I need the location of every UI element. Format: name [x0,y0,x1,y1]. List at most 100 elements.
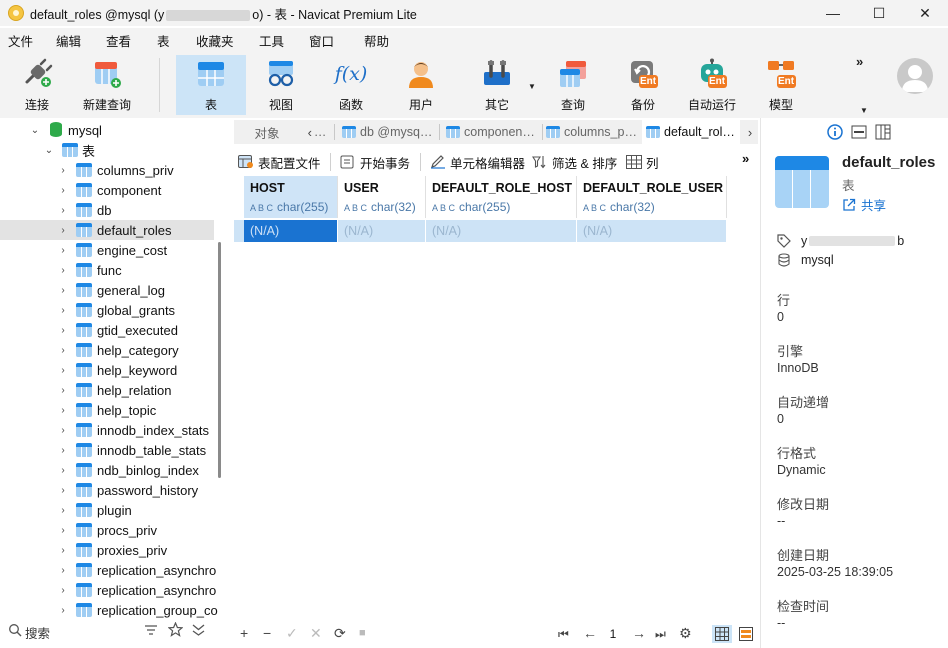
tree-table-item[interactable]: › ndb_binlog_index [0,460,214,480]
chevron-right-icon[interactable]: › [58,285,68,296]
grid-cell[interactable]: (N/A) [426,220,577,242]
delete-record-button[interactable]: − [263,625,271,641]
chevron-right-icon[interactable]: › [58,265,68,276]
chevron-right-icon[interactable]: › [58,225,68,236]
tree-table-item[interactable]: › help_keyword [0,360,214,380]
tree-table-item[interactable]: › innodb_index_stats [0,420,214,440]
backup-button[interactable]: Ent 备份 [618,55,668,115]
other-dropdown-arrow[interactable]: ▼ [528,82,536,91]
chevron-down-icon[interactable]: ⌄ [44,145,54,156]
discard-changes-button[interactable]: ✕ [310,625,322,642]
tree-table-item[interactable]: › columns_priv [0,160,214,180]
tab-objects[interactable]: 对象 [234,120,300,144]
chevron-right-icon[interactable]: › [58,505,68,516]
menu-window[interactable]: 窗口 [309,31,334,50]
add-record-button[interactable]: + [240,625,248,641]
refresh-button[interactable]: ⟳ [334,625,346,642]
table-row[interactable]: (N/A) (N/A) (N/A) (N/A) [234,220,727,242]
info-tab[interactable] [827,124,843,140]
tree-table-item[interactable]: › proxies_priv [0,540,214,560]
tab-default-roles[interactable]: default_rol… [642,120,740,144]
menu-file[interactable]: 文件 [8,31,33,50]
chevron-right-icon[interactable]: › [58,585,68,596]
menu-edit[interactable]: 编辑 [56,31,81,50]
stop-button[interactable]: ■ [359,627,366,639]
grid-settings-gear-icon[interactable]: ⚙ [679,625,692,642]
chevron-right-icon[interactable]: › [58,205,68,216]
star-icon[interactable] [168,622,183,637]
chevron-right-icon[interactable]: › [58,425,68,436]
chevron-right-icon[interactable]: › [58,485,68,496]
chevron-right-icon[interactable]: › [58,405,68,416]
chevron-down-icon[interactable]: ⌄ [30,125,40,136]
menu-help[interactable]: 帮助 [364,31,389,50]
view-button[interactable]: 视图 [256,55,306,115]
grid-cell[interactable]: (N/A) [577,220,727,242]
tree-table-item[interactable]: › engine_cost [0,240,214,260]
user-button[interactable]: 用户 [396,55,446,115]
minimize-button[interactable]: — [810,0,856,26]
tree-table-item[interactable]: › replication_asynchro [0,560,216,580]
grid-cell[interactable]: (N/A) [338,220,426,242]
subtoolbar-more-button[interactable]: » [742,148,749,168]
tree-table-item[interactable]: › global_grants [0,300,214,320]
tab-previous[interactable]: ‹ … [302,120,332,144]
form-view-button[interactable] [737,625,755,643]
new-query-button[interactable]: 新建查询 [78,55,136,115]
connect-button[interactable]: 连接 [10,55,64,115]
last-page-button[interactable]: ⏭ [655,627,666,642]
begin-transaction-button[interactable]: 开始事务 [340,152,410,172]
chevron-right-icon[interactable]: › [58,445,68,456]
menu-favorites[interactable]: 收藏夹 [196,31,234,50]
automation-button[interactable]: Ent 自动运行 [684,55,740,115]
toolbar-more-button[interactable]: » [856,54,863,69]
column-header-host[interactable]: HOST A B Cchar(255) [244,176,338,218]
tree-table-item[interactable]: › general_log [0,280,214,300]
tree-table-item[interactable]: › gtid_executed [0,320,214,340]
menu-tools[interactable]: 工具 [259,31,284,50]
tree-table-item[interactable]: › plugin [0,500,214,520]
tree-db-mysql[interactable]: ⌄ mysql [0,120,214,140]
chevron-right-icon[interactable]: › [58,345,68,356]
tab-component[interactable]: componen… [446,120,540,144]
tree-table-item[interactable]: › help_relation [0,380,214,400]
query-button[interactable]: 查询 [548,55,598,115]
cell-editor-button[interactable]: 单元格编辑器 [430,152,525,172]
tab-scroll-right[interactable]: › [742,120,758,144]
column-header-user[interactable]: USER A B Cchar(32) [338,176,426,218]
model-button[interactable]: Ent 模型 [756,55,806,115]
sidebar-scrollbar[interactable] [218,242,221,478]
table-button[interactable]: 表 [176,55,246,115]
preview-tab[interactable] [875,124,891,140]
page-number-input[interactable]: 1 [600,625,626,643]
tree-table-item[interactable]: › replication_asynchro [0,580,216,600]
chevron-right-icon[interactable]: › [58,545,68,556]
apply-changes-button[interactable]: ✓ [286,625,298,642]
tab-db-mysql[interactable]: db @mysq… [342,120,436,144]
tree-table-item[interactable]: › replication_group_co [0,600,217,620]
avatar[interactable] [897,58,933,94]
tree-table-item[interactable]: › db [0,200,214,220]
chevron-right-icon[interactable]: › [58,565,68,576]
tree-table-item[interactable]: › procs_priv [0,520,214,540]
tree-table-item[interactable]: › func [0,260,214,280]
grid-cell[interactable]: (N/A) [244,220,338,242]
close-button[interactable]: ✕ [902,0,948,26]
toolbar-overflow-arrow[interactable]: ▼ [860,106,868,115]
filter-lines-icon[interactable] [144,623,158,637]
search-input[interactable]: 搜索 [25,623,50,642]
chevron-right-icon[interactable]: › [58,465,68,476]
chevron-right-icon[interactable]: › [58,525,68,536]
chevron-right-icon[interactable]: › [58,165,68,176]
ddl-tab[interactable] [851,124,867,140]
function-button[interactable]: f(x) 函数 [326,55,376,115]
tree-group-tables[interactable]: ⌄ 表 [0,140,214,160]
columns-button[interactable]: 列 [626,152,659,172]
tree-table-item[interactable]: › help_topic [0,400,214,420]
chevron-right-icon[interactable]: › [58,185,68,196]
tree-table-item[interactable]: › innodb_table_stats [0,440,214,460]
tree-table-item[interactable]: › password_history [0,480,214,500]
first-page-button[interactable]: ⏮ [558,627,569,642]
previous-page-button[interactable]: ← [583,625,597,641]
tree-table-item[interactable]: › component [0,180,214,200]
